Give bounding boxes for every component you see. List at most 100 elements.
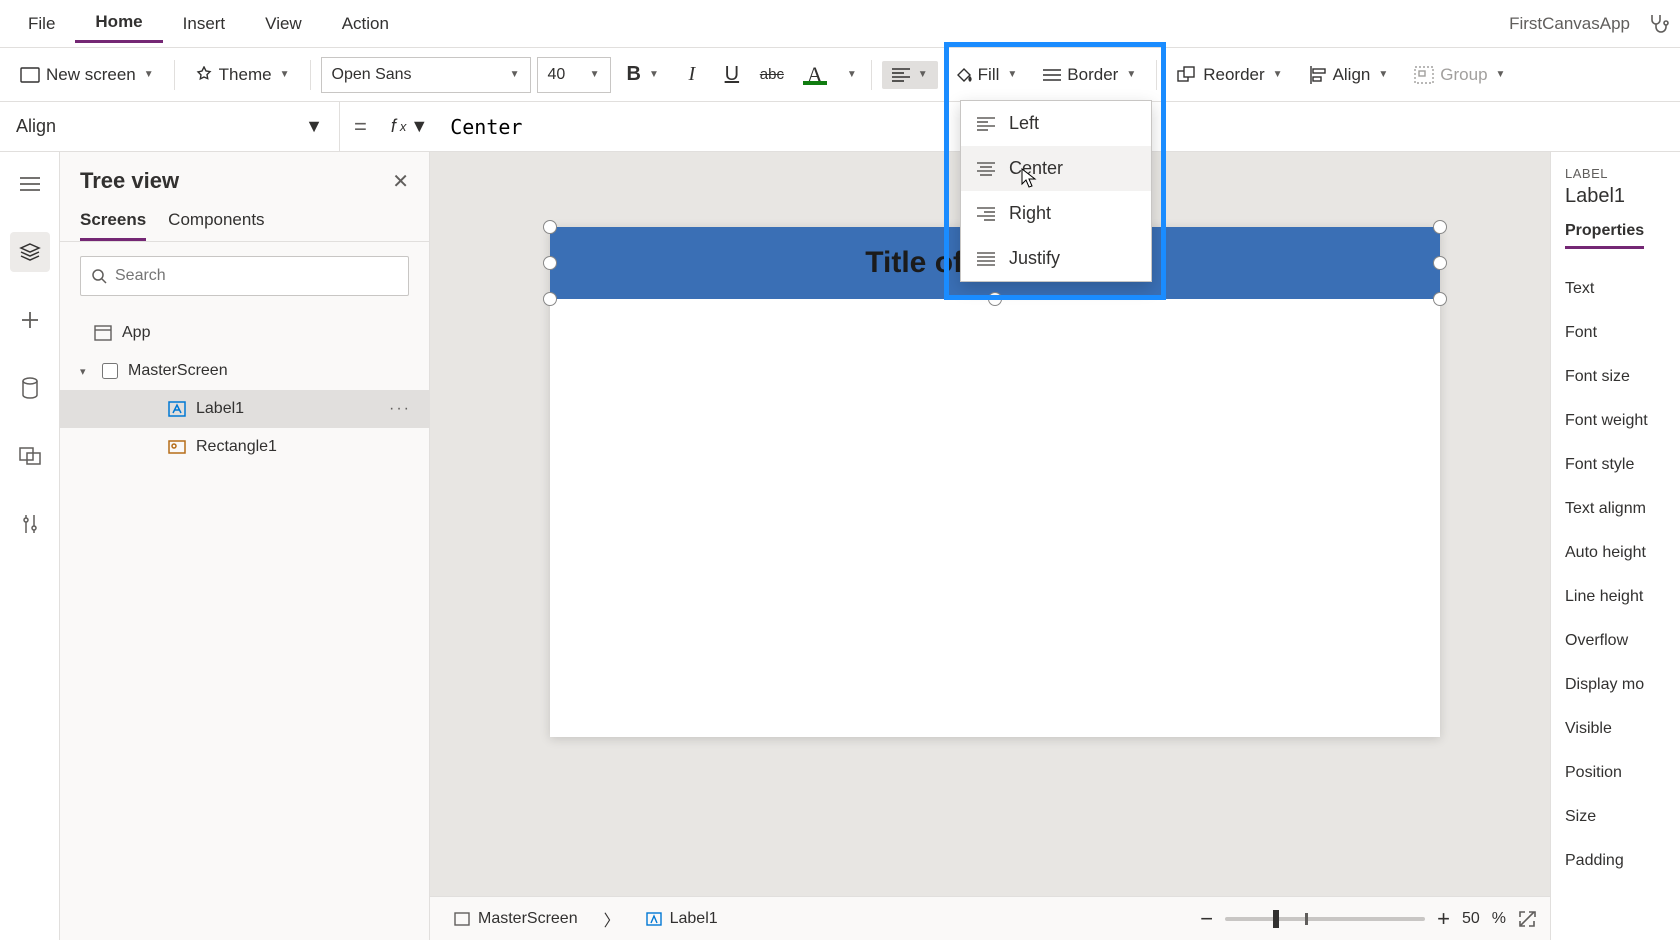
chevron-down-icon: ▼: [918, 69, 928, 80]
fill-button[interactable]: Fill ▼: [944, 59, 1028, 91]
align-option-left[interactable]: Left: [961, 101, 1151, 146]
main-area: Tree view ✕ Screens Components App ▾ Mas…: [0, 152, 1680, 940]
property-row[interactable]: Text alignm: [1565, 487, 1666, 531]
align-option-right[interactable]: Right: [961, 191, 1151, 236]
italic-button[interactable]: I: [675, 58, 709, 92]
property-row[interactable]: Size: [1565, 795, 1666, 839]
reorder-button[interactable]: Reorder ▼: [1167, 59, 1292, 91]
strikethrough-button[interactable]: abc: [755, 58, 789, 92]
equals-sign: =: [340, 114, 381, 140]
tree-item-masterscreen[interactable]: ▾ MasterScreen: [60, 352, 429, 390]
rail-hamburger-button[interactable]: [10, 164, 50, 204]
tree-search-box[interactable]: [80, 256, 409, 296]
property-row[interactable]: Auto height: [1565, 531, 1666, 575]
fit-to-window-button[interactable]: [1518, 910, 1536, 928]
align-center-icon: [977, 161, 995, 177]
app-checker-icon[interactable]: [1644, 10, 1672, 38]
selection-handle[interactable]: [1433, 220, 1447, 234]
border-button[interactable]: Border ▼: [1033, 59, 1146, 91]
media-icon: [19, 447, 41, 465]
new-screen-button[interactable]: New screen ▼: [10, 59, 164, 91]
rail-tree-view-button[interactable]: [10, 232, 50, 272]
zoom-out-button[interactable]: −: [1200, 906, 1213, 932]
selection-handle[interactable]: [1433, 292, 1447, 306]
bold-button[interactable]: B▼: [617, 57, 669, 92]
group-button: Group ▼: [1404, 59, 1515, 91]
align-button[interactable]: Align ▼: [1299, 59, 1399, 91]
zoom-slider[interactable]: [1225, 917, 1425, 921]
menu-insert[interactable]: Insert: [163, 6, 246, 42]
selection-handle[interactable]: [543, 220, 557, 234]
chevron-down-icon: ▼: [510, 69, 520, 80]
align-left-icon: [977, 116, 995, 132]
font-color-swatch: [803, 81, 827, 85]
tree-item-app[interactable]: App: [60, 314, 429, 352]
breadcrumb-label1[interactable]: Label1: [636, 906, 728, 932]
tab-screens[interactable]: Screens: [80, 202, 146, 241]
property-row[interactable]: Text: [1565, 267, 1666, 311]
property-row[interactable]: Visible: [1565, 707, 1666, 751]
rail-media-button[interactable]: [10, 436, 50, 476]
property-row[interactable]: Position: [1565, 751, 1666, 795]
chevron-down-icon: ▼: [144, 69, 154, 80]
zoom-in-button[interactable]: +: [1437, 906, 1450, 932]
menu-view[interactable]: View: [245, 6, 322, 42]
property-row[interactable]: Font: [1565, 311, 1666, 355]
text-align-button[interactable]: ▼: [882, 61, 938, 89]
tree-item-checkbox[interactable]: [102, 363, 118, 379]
property-selector[interactable]: Align ▼: [0, 102, 340, 152]
menu-home[interactable]: Home: [75, 4, 162, 43]
selection-handle[interactable]: [988, 292, 1002, 306]
breadcrumb-label: MasterScreen: [478, 910, 578, 928]
expand-icon: [1518, 910, 1536, 928]
align-option-center[interactable]: Center: [961, 146, 1151, 191]
rail-advanced-button[interactable]: [10, 504, 50, 544]
selection-handle[interactable]: [543, 256, 557, 270]
font-name-combo[interactable]: Open Sans ▼: [321, 57, 531, 93]
menu-action[interactable]: Action: [322, 6, 409, 42]
property-row[interactable]: Display mo: [1565, 663, 1666, 707]
canvas-screen[interactable]: Title of the Screen: [550, 227, 1440, 737]
align-right-icon: [977, 206, 995, 222]
font-color-button[interactable]: A: [795, 61, 835, 89]
tree-item-label1[interactable]: Label1 ···: [60, 390, 429, 428]
breadcrumb-label: Label1: [670, 910, 718, 928]
tree-view-title: Tree view: [80, 168, 179, 194]
rail-data-button[interactable]: [10, 368, 50, 408]
theme-button[interactable]: Theme ▼: [185, 59, 300, 91]
selection-handle[interactable]: [1433, 256, 1447, 270]
property-row[interactable]: Overflow: [1565, 619, 1666, 663]
property-row[interactable]: Font style: [1565, 443, 1666, 487]
layers-icon: [19, 242, 41, 262]
chevron-down-icon[interactable]: ▼: [843, 69, 861, 80]
selection-handle[interactable]: [543, 292, 557, 306]
group-label: Group: [1440, 65, 1487, 85]
rail-insert-button[interactable]: [10, 300, 50, 340]
tree-search-input[interactable]: [115, 267, 398, 285]
zoom-percent: %: [1492, 910, 1506, 928]
property-row[interactable]: Padding: [1565, 839, 1666, 883]
caret-down-icon[interactable]: ▾: [80, 365, 92, 378]
tree-item-rectangle1[interactable]: Rectangle1: [60, 428, 429, 466]
theme-icon: [195, 66, 213, 84]
properties-panel: LABEL Label1 Properties TextFontFont siz…: [1550, 152, 1680, 940]
chevron-down-icon: ▼: [1273, 69, 1283, 80]
chevron-down-icon: ▼: [1496, 69, 1506, 80]
tab-components[interactable]: Components: [168, 202, 264, 241]
properties-tab[interactable]: Properties: [1565, 222, 1644, 249]
database-icon: [21, 377, 39, 399]
underline-button[interactable]: U: [715, 58, 749, 92]
more-options-button[interactable]: ···: [389, 400, 411, 418]
property-row[interactable]: Line height: [1565, 575, 1666, 619]
zoom-slider-thumb[interactable]: [1273, 910, 1279, 928]
close-panel-button[interactable]: ✕: [392, 169, 409, 194]
font-size-combo[interactable]: 40 ▼: [537, 57, 611, 93]
property-name: Align: [16, 116, 56, 137]
align-option-justify[interactable]: Justify: [961, 236, 1151, 281]
group-icon: [1414, 66, 1434, 84]
breadcrumb-masterscreen[interactable]: MasterScreen: [444, 906, 588, 932]
menu-file[interactable]: File: [8, 6, 75, 42]
property-row[interactable]: Font weight: [1565, 399, 1666, 443]
property-row[interactable]: Font size: [1565, 355, 1666, 399]
fx-button[interactable]: fx▼: [381, 116, 438, 137]
